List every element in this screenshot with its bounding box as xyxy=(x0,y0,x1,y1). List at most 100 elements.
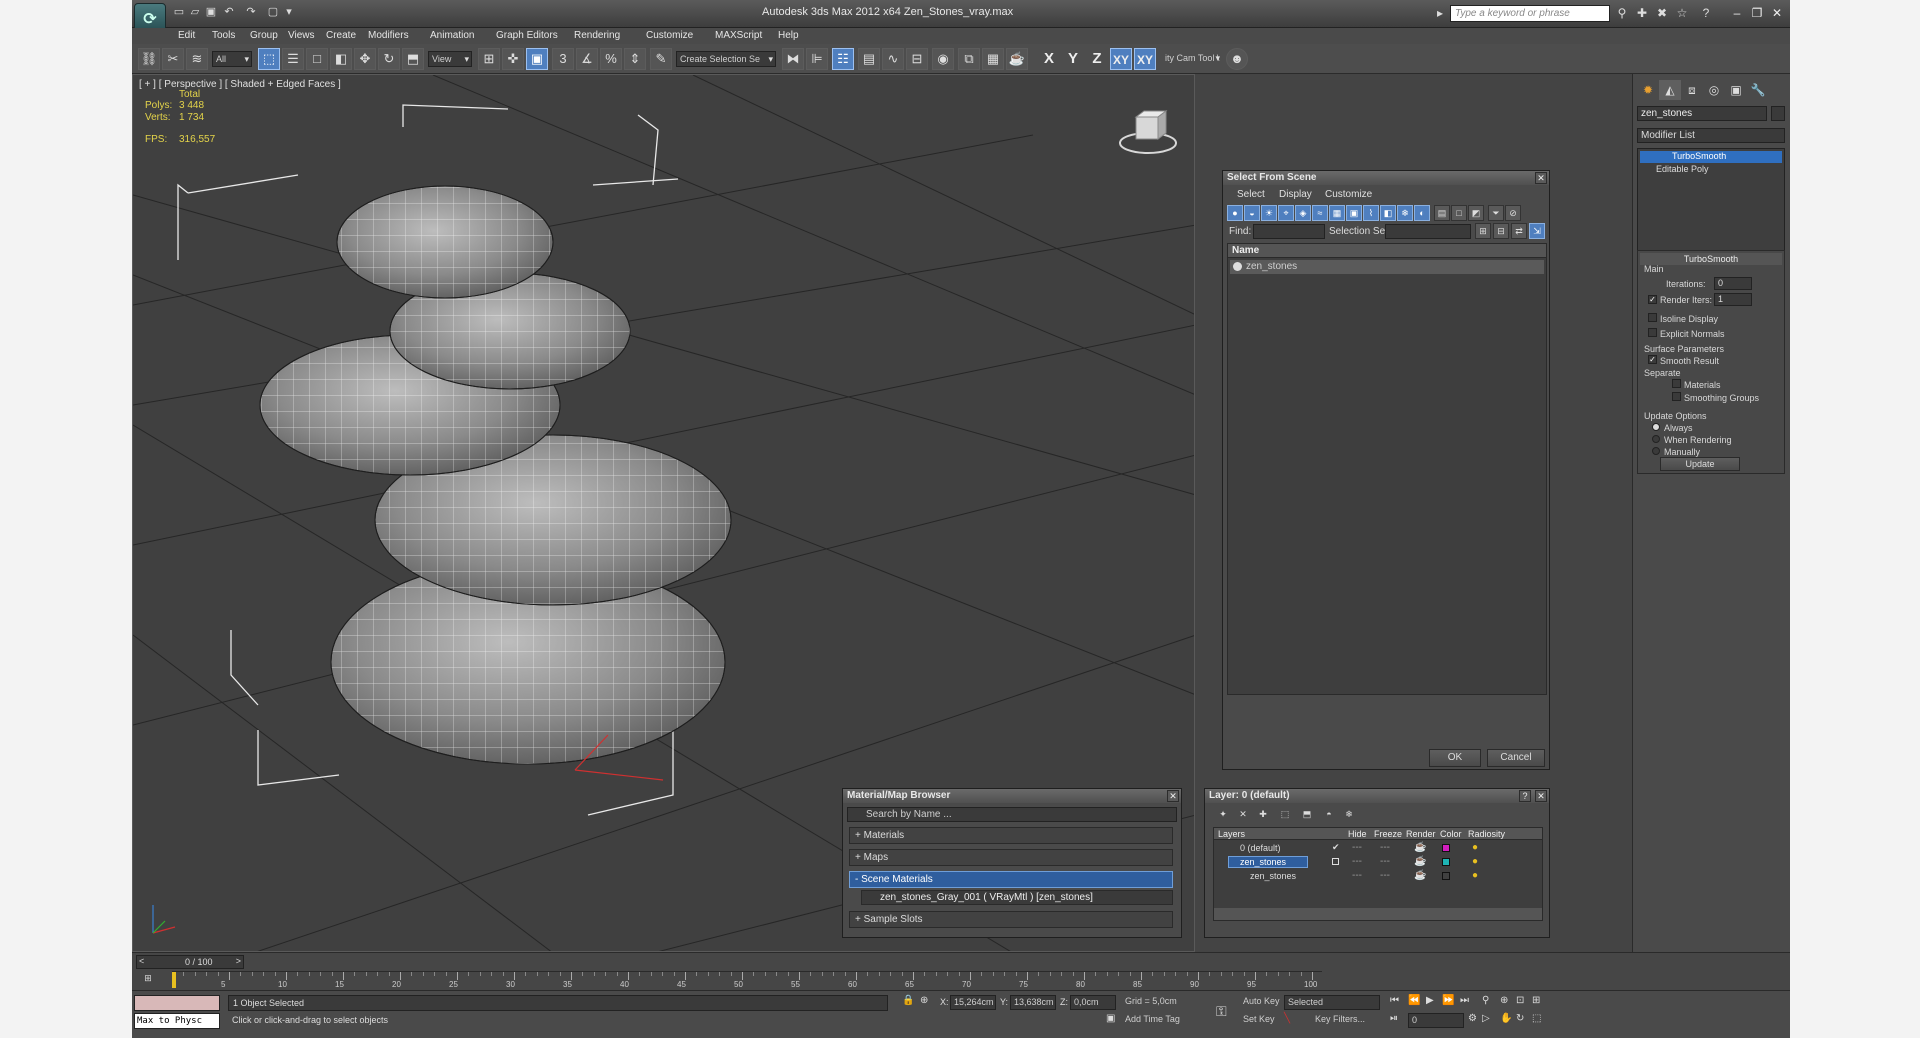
axis-y-button[interactable]: Y xyxy=(1062,48,1084,70)
hide-toggle[interactable]: --- xyxy=(1352,870,1362,881)
render-teapot-icon[interactable]: ☕ xyxy=(1414,842,1426,853)
key-filters-button[interactable]: Key Filters... xyxy=(1312,1013,1380,1028)
time-slider-prev-icon[interactable]: < xyxy=(139,956,144,966)
modifier-stack[interactable]: TurboSmooth Editable Poly xyxy=(1637,148,1785,254)
schematic-view-icon[interactable]: ⊟ xyxy=(906,48,928,70)
curve-editor-icon[interactable]: ∿ xyxy=(882,48,904,70)
layer-manager-icon[interactable]: ☷ xyxy=(832,48,854,70)
absolute-mode-icon[interactable]: ⊕ xyxy=(920,995,928,1006)
select-menu-display[interactable]: Display xyxy=(1279,189,1312,200)
add-to-layer-icon[interactable]: ✚ xyxy=(1255,807,1271,823)
render-iters-checkbox[interactable]: ✓ xyxy=(1648,295,1657,304)
find-case-sensitive-icon[interactable]: ⇲ xyxy=(1529,223,1545,239)
object-color-swatch[interactable] xyxy=(1771,106,1785,121)
select-none-icon[interactable]: □ xyxy=(1451,205,1467,221)
named-selection-dropdown[interactable]: Create Selection Se xyxy=(676,51,776,67)
spinner-snap-icon[interactable]: ⇕ xyxy=(624,48,646,70)
filter-shapes-icon[interactable]: ◒ xyxy=(1244,205,1260,221)
hold-icon[interactable]: ▢ xyxy=(266,6,280,18)
iterations-spinner[interactable]: 0 xyxy=(1714,277,1752,290)
zoom-extents-all-icon[interactable]: ⊞ xyxy=(1532,995,1540,1006)
subscription-icon[interactable]: ✚ xyxy=(1634,5,1650,21)
list-item[interactable]: zen_stones xyxy=(1230,260,1544,274)
smooth-result-checkbox[interactable]: ✓ xyxy=(1648,355,1657,364)
pivot-center-icon[interactable]: ⊞ xyxy=(478,48,500,70)
layer-row[interactable]: 0 (default) ✔ --- --- ☕ ● xyxy=(1214,842,1542,855)
menu-views[interactable]: Views xyxy=(288,30,315,41)
key-mode-icon[interactable]: ╲ xyxy=(1284,1013,1290,1024)
filter-frozen-icon[interactable]: ❄ xyxy=(1397,205,1413,221)
update-always-radio[interactable] xyxy=(1652,423,1660,431)
current-frame-field[interactable]: 0 xyxy=(1408,1013,1464,1028)
rectangular-selection-icon[interactable]: □ xyxy=(306,48,328,70)
add-time-tag-button[interactable]: Add Time Tag xyxy=(1122,1013,1202,1028)
maximize-viewport-icon[interactable]: ⬚ xyxy=(1532,1013,1541,1024)
sample-slots-group[interactable]: + Sample Slots xyxy=(849,911,1173,928)
align-icon[interactable]: ⊫ xyxy=(806,48,828,70)
modifier-list-dropdown[interactable]: Modifier List xyxy=(1637,128,1785,143)
menu-rendering[interactable]: Rendering xyxy=(574,30,620,41)
find-input[interactable] xyxy=(1253,224,1325,239)
favorites-star-icon[interactable]: ☆ xyxy=(1674,5,1690,21)
freeze-toggle[interactable]: --- xyxy=(1380,856,1390,867)
pan-view-icon[interactable]: ✋ xyxy=(1500,1013,1512,1024)
material-search-input[interactable]: Search by Name ... xyxy=(847,807,1177,822)
maxscript-listener-input[interactable]: Max to Physc xyxy=(134,1013,220,1029)
update-when-rendering-radio[interactable] xyxy=(1652,435,1660,443)
cam-tool-label[interactable]: ity Cam Tool \ xyxy=(1162,51,1222,67)
percent-snap-icon[interactable]: % xyxy=(600,48,622,70)
create-layer-icon[interactable]: ✦ xyxy=(1215,807,1231,823)
menu-animation[interactable]: Animation xyxy=(430,30,474,41)
scene-object-list[interactable]: Name zen_stones xyxy=(1227,243,1547,695)
render-teapot-icon[interactable]: ☕ xyxy=(1414,870,1426,881)
filter-hidden-icon[interactable]: ◐ xyxy=(1414,205,1430,221)
separate-smoothing-groups-checkbox[interactable] xyxy=(1672,392,1681,401)
utilities-tab-icon[interactable]: 🔧 xyxy=(1747,80,1769,100)
window-crossing-icon[interactable]: ◧ xyxy=(330,48,352,70)
select-layer-icon[interactable]: ⬒ xyxy=(1299,807,1315,823)
unlink-icon[interactable]: ✂ xyxy=(162,48,184,70)
menu-graph-editors[interactable]: Graph Editors xyxy=(496,30,558,41)
stack-item-editable-poly[interactable]: Editable Poly xyxy=(1640,164,1782,176)
auto-key-mode-dropdown[interactable]: Selected xyxy=(1284,995,1380,1010)
axis-x-button[interactable]: X xyxy=(1038,48,1060,70)
filter-funnel-icon[interactable]: ⏷ xyxy=(1488,205,1504,221)
create-tab-icon[interactable]: ✹ xyxy=(1637,80,1659,100)
play-icon[interactable]: ▶ xyxy=(1426,995,1434,1006)
previous-frame-icon[interactable]: ⏪ xyxy=(1408,995,1420,1006)
search-arrow-icon[interactable]: ▸ xyxy=(1432,5,1448,21)
horizontal-scrollbar[interactable] xyxy=(1214,908,1542,920)
menu-maxscript[interactable]: MAXScript xyxy=(715,30,762,41)
isoline-display-checkbox[interactable] xyxy=(1648,313,1657,322)
select-manipulate-icon[interactable]: ✜ xyxy=(502,48,524,70)
next-frame-icon[interactable]: ⏩ xyxy=(1442,995,1454,1006)
scene-materials-group[interactable]: - Scene Materials xyxy=(849,871,1173,888)
axis-xy-button[interactable]: XY xyxy=(1110,48,1132,70)
expand-all-icon[interactable]: ⊞ xyxy=(1475,223,1491,239)
stack-item-turbosmooth[interactable]: TurboSmooth xyxy=(1640,151,1782,163)
menu-modifiers[interactable]: Modifiers xyxy=(368,30,409,41)
freeze-toggle[interactable]: --- xyxy=(1380,842,1390,853)
filter-groups-icon[interactable]: ▦ xyxy=(1329,205,1345,221)
cancel-button[interactable]: Cancel xyxy=(1487,749,1545,767)
update-manually-radio[interactable] xyxy=(1652,447,1660,455)
scene-material-item[interactable]: zen_stones_Gray_001 ( VRayMtl ) [zen_sto… xyxy=(861,890,1173,905)
explicit-normals-checkbox[interactable] xyxy=(1648,328,1657,337)
filter-helpers-icon[interactable]: ◈ xyxy=(1295,205,1311,221)
object-name-field[interactable]: zen_stones xyxy=(1637,106,1767,121)
layer-color-swatch[interactable] xyxy=(1442,858,1450,866)
layer-color-swatch[interactable] xyxy=(1442,844,1450,852)
set-current-box[interactable] xyxy=(1332,858,1339,865)
menu-create[interactable]: Create xyxy=(326,30,356,41)
material-editor-icon[interactable]: ◉ xyxy=(932,48,954,70)
radiosity-icon[interactable]: ● xyxy=(1472,856,1478,867)
cam-tool-icon[interactable]: ☻ xyxy=(1226,48,1248,70)
filter-bones-icon[interactable]: ⌇ xyxy=(1363,205,1379,221)
reference-coord-dropdown[interactable]: View xyxy=(428,51,472,67)
viewcube-icon[interactable] xyxy=(1118,105,1178,157)
render-production-icon[interactable]: ☕ xyxy=(1006,48,1028,70)
freeze-toggle[interactable]: --- xyxy=(1380,870,1390,881)
time-slider-next-icon[interactable]: > xyxy=(236,956,241,966)
minimize-button[interactable]: – xyxy=(1728,5,1746,21)
layer-list[interactable]: Layers Hide Freeze Render Color Radiosit… xyxy=(1213,827,1543,921)
